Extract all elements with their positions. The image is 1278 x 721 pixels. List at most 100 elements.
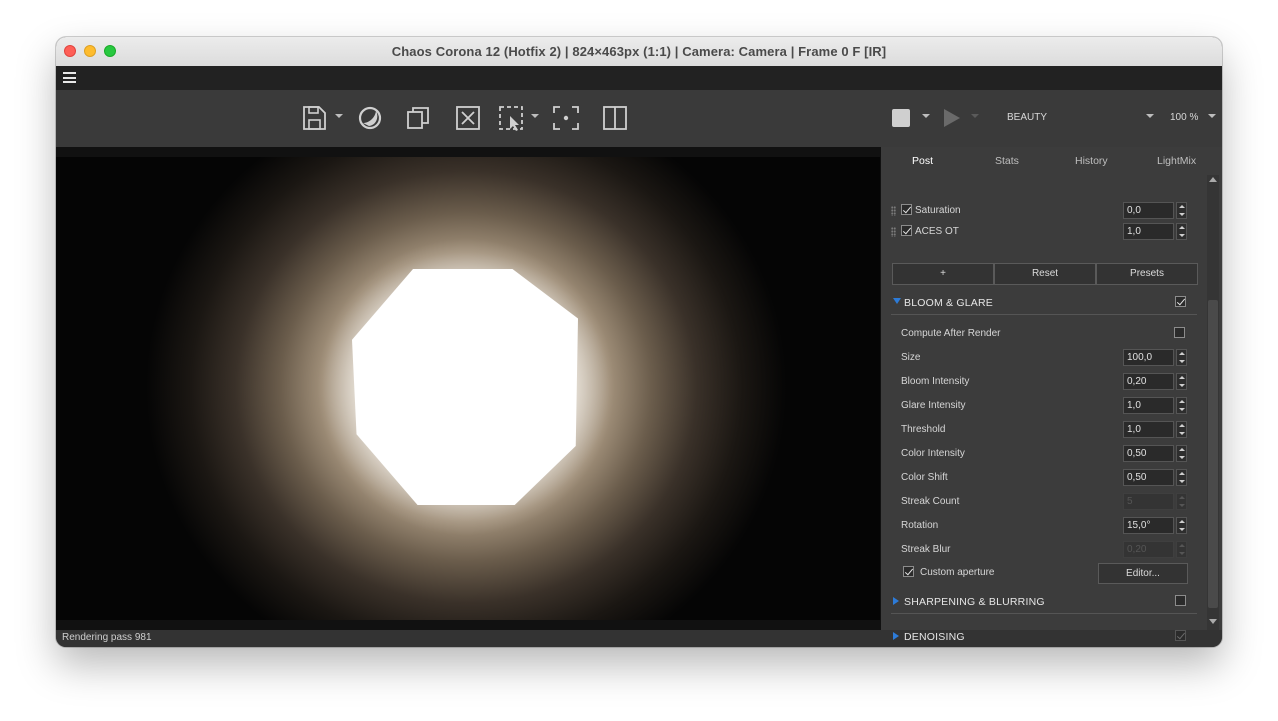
focus-point-icon[interactable] [551,104,581,132]
color-shift-value[interactable]: 0,50 [1123,469,1174,486]
render-pass-chevron-icon[interactable] [1146,114,1154,118]
scroll-up-arrow-icon[interactable] [1209,177,1217,182]
size-value[interactable]: 100,0 [1123,349,1174,366]
zoom-dropdown[interactable]: 100 % [1170,112,1198,123]
bloom-row-rotation: Rotation 15,0° [881,516,1207,536]
window-title: Chaos Corona 12 (Hotfix 2) | 824×463px (… [391,44,887,59]
rotation-spinner[interactable]: 15,0° [1123,517,1187,534]
denoising-section-header[interactable]: DENOISING [891,626,1197,647]
aperture-editor-button[interactable]: Editor... [1098,563,1188,584]
bloom-row-color-intensity: Color Intensity 0,50 [881,444,1207,464]
drag-handle-icon[interactable] [891,206,896,216]
aces-ot-label: ACES OT [915,226,959,237]
split-view-icon[interactable] [600,104,630,132]
scroll-down-arrow-icon[interactable] [1209,619,1217,624]
bloom-glare-title: BLOOM & GLARE [904,297,993,309]
glare-intensity-value[interactable]: 1,0 [1123,397,1174,414]
bloom-row-color-shift: Color Shift 0,50 [881,468,1207,488]
saturation-spinner[interactable]: 0,0 [1123,202,1187,219]
reset-button[interactable]: Reset [994,263,1096,285]
bloom-row-streak-blur: Streak Blur 0,20 [881,540,1207,560]
spinner-arrows-icon[interactable] [1176,223,1187,240]
bloom-row-streak-count: Streak Count 5 [881,492,1207,512]
tab-history[interactable]: History [1075,155,1108,167]
play-icon[interactable] [944,109,960,127]
spinner-arrows-icon[interactable] [1176,202,1187,219]
expand-triangle-icon[interactable] [893,298,901,304]
color-shift-spinner[interactable]: 0,50 [1123,469,1187,486]
spinner-arrows-icon[interactable] [1176,421,1187,438]
bloom-row-threshold: Threshold 1,0 [881,420,1207,440]
bloom-row-bloom-intensity: Bloom Intensity 0,20 [881,372,1207,392]
glare-intensity-spinner[interactable]: 1,0 [1123,397,1187,414]
threshold-value[interactable]: 1,0 [1123,421,1174,438]
streak-count-spinner: 5 [1123,493,1187,510]
presets-button[interactable]: Presets [1096,263,1198,285]
spinner-arrows-icon[interactable] [1176,349,1187,366]
toolbar: BEAUTY 100 % [56,90,1222,147]
corona-logo-icon[interactable] [355,104,385,132]
saturation-checkbox[interactable] [901,204,912,215]
compute-after-render-checkbox[interactable] [1174,327,1185,338]
panel-tabs: Post Stats History LightMix [881,147,1222,175]
spinner-arrows-icon[interactable] [1176,469,1187,486]
tab-post[interactable]: Post [912,155,933,167]
app-window: Chaos Corona 12 (Hotfix 2) | 824×463px (… [56,37,1222,647]
bloom-glare-section-header[interactable]: BLOOM & GLARE [891,292,1197,315]
bloom-glare-enable-checkbox[interactable] [1175,296,1186,307]
tonemap-row-aces: ACES OT 1,0 [881,222,1207,242]
stop-dropdown-chevron-icon[interactable] [922,114,930,118]
aces-ot-value[interactable]: 1,0 [1123,223,1174,240]
color-intensity-value[interactable]: 0,50 [1123,445,1174,462]
aces-ot-spinner[interactable]: 1,0 [1123,223,1187,240]
sharpening-enable-checkbox[interactable] [1175,595,1186,606]
render-viewport[interactable] [56,147,881,630]
stop-icon[interactable] [892,109,910,127]
threshold-spinner[interactable]: 1,0 [1123,421,1187,438]
tab-stats[interactable]: Stats [995,155,1019,167]
compute-after-render-row: Compute After Render [881,324,1207,344]
spinner-arrows-icon[interactable] [1176,445,1187,462]
region-dropdown-chevron-icon[interactable] [531,114,539,118]
denoising-enable-checkbox[interactable] [1175,630,1186,641]
spinner-arrows-icon[interactable] [1176,517,1187,534]
status-text: Rendering pass 981 [62,632,152,643]
bloom-intensity-value[interactable]: 0,20 [1123,373,1174,390]
bloom-intensity-label: Bloom Intensity [901,376,970,387]
saturation-value[interactable]: 0,0 [1123,202,1174,219]
clear-icon[interactable] [453,104,483,132]
menu-bar [56,66,1222,90]
custom-aperture-checkbox[interactable] [903,566,914,577]
collapse-triangle-icon[interactable] [893,597,899,605]
color-shift-label: Color Shift [901,472,948,483]
panel-scrollbar[interactable] [1207,175,1219,630]
copy-icon[interactable] [404,104,434,132]
size-spinner[interactable]: 100,0 [1123,349,1187,366]
compute-after-render-label: Compute After Render [901,328,1001,339]
zoom-chevron-icon[interactable] [1208,114,1216,118]
spinner-arrows-icon[interactable] [1176,373,1187,390]
glare-intensity-label: Glare Intensity [901,400,966,411]
bloom-intensity-spinner[interactable]: 0,20 [1123,373,1187,390]
tab-lightmix[interactable]: LightMix [1157,155,1196,167]
collapse-triangle-icon[interactable] [893,632,899,640]
hamburger-menu-icon[interactable] [63,72,76,83]
render-pass-dropdown[interactable]: BEAUTY [1007,112,1047,123]
region-select-icon[interactable] [497,104,527,132]
custom-aperture-label: Custom aperture [920,567,995,578]
drag-handle-icon[interactable] [891,227,896,237]
color-intensity-spinner[interactable]: 0,50 [1123,445,1187,462]
spinner-arrows-icon[interactable] [1176,397,1187,414]
save-icon[interactable] [300,104,330,132]
sharpening-blurring-section-header[interactable]: SHARPENING & BLURRING [891,591,1197,614]
scroll-thumb[interactable] [1208,300,1218,608]
streak-blur-value: 0,20 [1123,541,1174,558]
streak-count-value: 5 [1123,493,1174,510]
play-dropdown-chevron-icon[interactable] [971,114,979,118]
post-panel: Post Stats History LightMix Saturation 0… [881,147,1222,643]
size-label: Size [901,352,921,363]
save-dropdown-chevron-icon[interactable] [335,114,343,118]
add-operator-button[interactable]: + [892,263,994,285]
aces-ot-checkbox[interactable] [901,225,912,236]
rotation-value[interactable]: 15,0° [1123,517,1174,534]
